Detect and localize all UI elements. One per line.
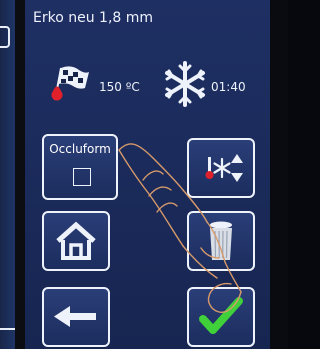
occluform-checkbox[interactable] bbox=[73, 168, 91, 186]
adjacent-screen-edge bbox=[0, 0, 15, 349]
temperature-settings-button[interactable] bbox=[187, 138, 255, 198]
confirm-button[interactable] bbox=[187, 287, 255, 347]
temperature-value: 150 ºC bbox=[99, 80, 140, 94]
back-button[interactable] bbox=[42, 287, 110, 347]
program-title: Erko neu 1,8 mm bbox=[33, 10, 154, 26]
adjacent-button-edge bbox=[0, 26, 10, 48]
device-bezel-right bbox=[270, 0, 288, 349]
checkered-flag-heat-icon bbox=[51, 66, 89, 101]
snowflake-icon bbox=[165, 61, 205, 107]
home-button[interactable] bbox=[42, 211, 110, 271]
checkmark-icon bbox=[199, 297, 243, 334]
device-bezel-left bbox=[15, 0, 25, 349]
touch-screen: Erko neu 1,8 mm 150 ºC 01:40 Occluform bbox=[25, 0, 270, 349]
adjacent-divider bbox=[0, 328, 15, 330]
status-row: 150 ºC 01:40 bbox=[25, 60, 270, 110]
trash-can-icon bbox=[210, 221, 232, 260]
cooling-time-value: 01:40 bbox=[211, 80, 246, 94]
occluform-label: Occluform bbox=[49, 142, 111, 156]
home-icon bbox=[56, 221, 96, 260]
temperature-snowflake-updown-icon bbox=[205, 154, 243, 182]
arrow-left-icon bbox=[54, 306, 96, 327]
delete-button[interactable] bbox=[187, 211, 255, 271]
occluform-button[interactable]: Occluform bbox=[42, 134, 118, 200]
